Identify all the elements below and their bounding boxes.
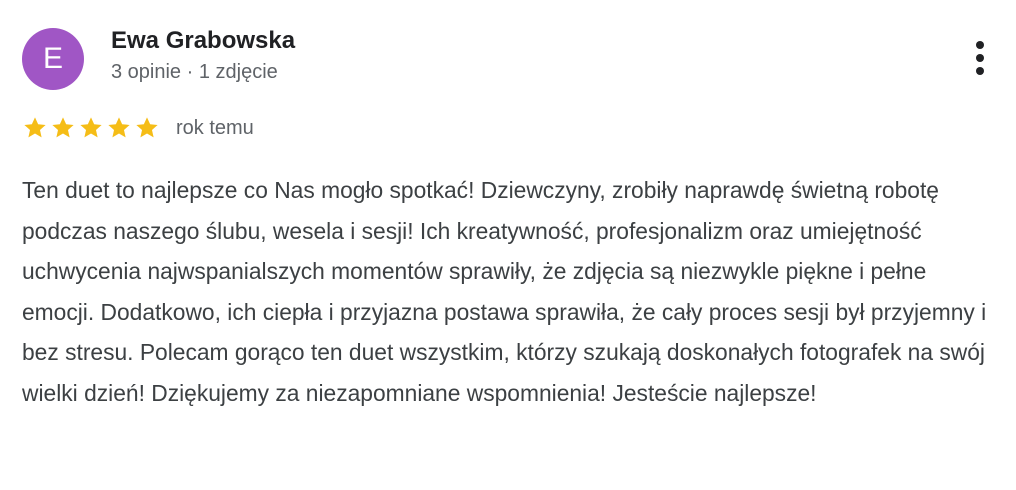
more-vert-icon [976,41,984,75]
review-text: Ten duet to najlepsze co Nas mogło spotk… [22,177,987,406]
review-date: rok temu [176,116,254,139]
more-options-button[interactable] [962,38,998,78]
avatar[interactable]: E [22,28,84,90]
star-icon [52,117,74,138]
author-meta: 3 opinie · 1 zdjęcie [111,61,278,83]
star-icon [108,117,130,138]
star-icon [136,117,158,138]
rating-row: rok temu [22,114,254,142]
star-icon [24,117,46,138]
review-card: E Ewa Grabowska 3 opinie · 1 zdjęcie rok… [0,0,1016,490]
star-rating [22,115,160,141]
author-name[interactable]: Ewa Grabowska [111,27,295,55]
star-icon [80,117,102,138]
